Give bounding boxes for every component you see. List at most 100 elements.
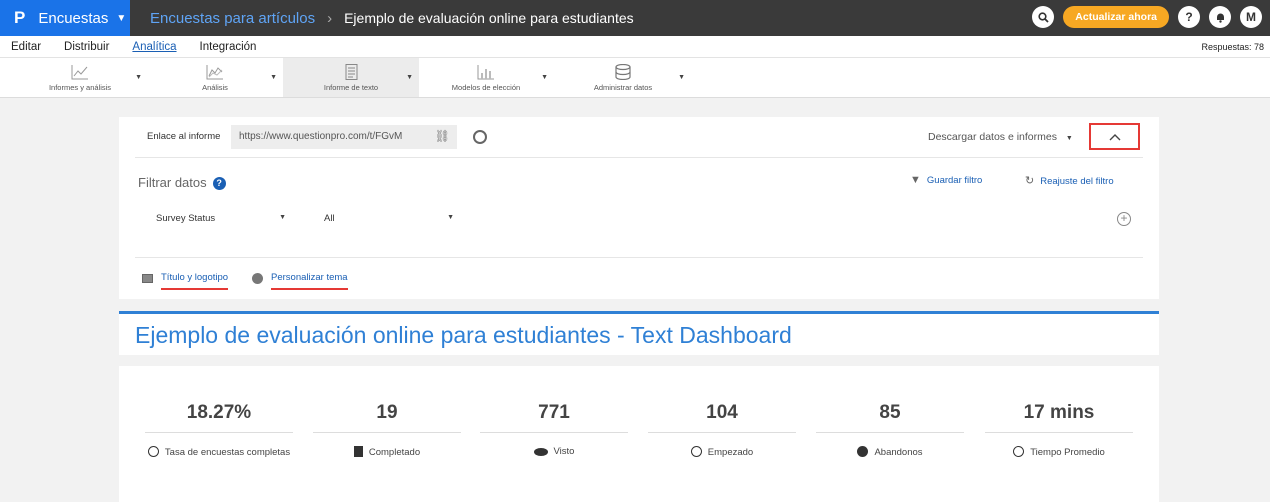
download-dropdown[interactable]: Descargar datos e informes ▼ bbox=[928, 131, 1073, 143]
stat-value: 85 bbox=[879, 402, 901, 423]
caret-down-icon[interactable]: ▼ bbox=[678, 74, 685, 81]
filter-value-text: All bbox=[324, 213, 335, 224]
menu-integration[interactable]: Integración bbox=[200, 41, 257, 53]
stat-value: 18.27% bbox=[186, 402, 252, 423]
caret-down-icon[interactable]: ▼ bbox=[541, 74, 548, 81]
stat-label-text: Tasa de encuestas completas bbox=[164, 447, 291, 458]
reset-filter-label: Reajuste del filtro bbox=[1040, 176, 1114, 187]
flag-icon bbox=[353, 446, 363, 457]
stat-average-time: 17 mins Tiempo Promedio bbox=[979, 366, 1139, 458]
customize-theme-label: Personalizar tema bbox=[271, 272, 348, 283]
notifications-button[interactable] bbox=[1209, 6, 1231, 28]
menu-analytics[interactable]: Analítica bbox=[132, 41, 176, 53]
top-bar: P Encuestas ▼ Encuestas para artículos ›… bbox=[0, 0, 1270, 36]
filter-title: Filtrar datos? bbox=[138, 175, 226, 190]
title-logo-label: Título y logotipo bbox=[161, 272, 229, 283]
save-filter-label: Guardar filtro bbox=[926, 175, 983, 186]
tool-choice-models[interactable]: Modelos de elección ▼ bbox=[418, 58, 554, 97]
bar-chart-icon bbox=[477, 65, 494, 80]
search-icon bbox=[1038, 11, 1049, 23]
highlight-underline bbox=[161, 288, 229, 290]
save-filter-button[interactable]: ▼ Guardar filtro bbox=[910, 174, 982, 186]
palette-icon bbox=[252, 273, 263, 284]
stat-dropouts: 85 Abandonos bbox=[810, 366, 970, 458]
stat-started: 104 Empezado bbox=[642, 366, 802, 458]
stat-value: 771 bbox=[538, 402, 570, 423]
divider bbox=[135, 157, 1143, 158]
tool-reports-analysis[interactable]: Informes y análisis ▼ bbox=[12, 58, 148, 97]
globe-settings-icon[interactable] bbox=[473, 130, 487, 144]
title-logo-link[interactable]: Título y logotipo bbox=[161, 272, 229, 290]
menu-bar: Editar Distribuir Analítica Integración … bbox=[0, 36, 1270, 58]
report-link-label: Enlace al informe bbox=[147, 131, 221, 142]
stat-label: Visto bbox=[474, 446, 634, 457]
breadcrumb-folder[interactable]: Encuestas para artículos bbox=[150, 10, 315, 27]
caret-down-icon[interactable]: ▼ bbox=[135, 74, 142, 81]
breadcrumb-separator: › bbox=[327, 9, 333, 27]
breadcrumb-current-survey: Ejemplo de evaluación online para estudi… bbox=[344, 10, 634, 26]
chevron-up-icon bbox=[1109, 133, 1120, 140]
link-icon[interactable]: ⛓ bbox=[435, 129, 450, 143]
line-chart-icon bbox=[71, 65, 88, 80]
stat-label: Empezado bbox=[642, 446, 802, 458]
product-switcher[interactable]: P Encuestas ▼ bbox=[0, 0, 130, 36]
stat-label-text: Abandonos bbox=[874, 447, 923, 458]
menu-edit[interactable]: Editar bbox=[11, 41, 41, 53]
pie-icon bbox=[147, 446, 159, 457]
tool-analysis[interactable]: Análisis ▼ bbox=[147, 58, 283, 97]
search-button[interactable] bbox=[1032, 6, 1055, 28]
tool-label: Informe de texto bbox=[323, 83, 379, 92]
customize-theme-link[interactable]: Personalizar tema bbox=[271, 272, 348, 290]
stat-divider bbox=[145, 432, 293, 433]
refresh-icon: ↻ bbox=[1025, 175, 1035, 187]
stat-viewed: 771 Visto bbox=[474, 366, 634, 457]
caret-down-icon: ▼ bbox=[1065, 135, 1073, 142]
area-chart-icon bbox=[206, 65, 223, 80]
filter-value-select[interactable]: All ▼ bbox=[324, 213, 454, 224]
tool-text-report[interactable]: Informe de texto ▼ bbox=[283, 58, 419, 97]
filter-field-select[interactable]: Survey Status ▼ bbox=[156, 213, 286, 224]
tool-label: Modelos de elección bbox=[451, 83, 521, 92]
menu-distribute[interactable]: Distribuir bbox=[64, 41, 109, 53]
add-filter-icon[interactable]: + bbox=[1117, 212, 1131, 226]
filter-field-value: Survey Status bbox=[156, 213, 216, 224]
dashboard-title: Ejemplo de evaluación online para estudi… bbox=[119, 311, 1159, 355]
upgrade-button[interactable]: Actualizar ahora bbox=[1063, 6, 1169, 28]
filter-title-text: Filtrar datos bbox=[138, 175, 207, 190]
user-avatar[interactable]: M bbox=[1240, 6, 1262, 28]
caret-down-icon: ▼ bbox=[447, 214, 454, 221]
collapse-button[interactable] bbox=[1089, 123, 1140, 150]
stat-label-text: Completado bbox=[368, 447, 421, 458]
stat-label-text: Visto bbox=[553, 446, 575, 457]
download-label: Descargar datos e informes bbox=[928, 131, 1057, 143]
clock-icon bbox=[1013, 446, 1025, 457]
filter-icon: ▼ bbox=[910, 174, 921, 186]
highlight-underline bbox=[271, 288, 348, 290]
tool-manage-data[interactable]: Administrar datos ▼ bbox=[555, 58, 691, 97]
responses-count: Respuestas: 78 bbox=[1201, 42, 1264, 52]
stat-divider bbox=[480, 432, 628, 433]
stat-label-text: Empezado bbox=[707, 447, 754, 458]
report-link-url: https://www.questionpro.com/t/FGvM bbox=[239, 131, 403, 142]
report-link-field[interactable]: https://www.questionpro.com/t/FGvM ⛓ bbox=[231, 125, 457, 149]
help-icon[interactable]: ? bbox=[212, 177, 226, 190]
caret-down-icon[interactable]: ▼ bbox=[406, 74, 413, 81]
stat-completion-rate: 18.27% Tasa de encuestas completas bbox=[139, 366, 299, 458]
help-button[interactable]: ? bbox=[1178, 6, 1200, 28]
caret-down-icon: ▼ bbox=[279, 214, 286, 221]
stat-completed: 19 Completado bbox=[307, 366, 467, 458]
database-icon bbox=[615, 64, 631, 80]
reset-filter-button[interactable]: ↻ Reajuste del filtro bbox=[1025, 174, 1114, 187]
caret-down-icon[interactable]: ▼ bbox=[270, 74, 277, 81]
stat-label: Abandonos bbox=[810, 446, 970, 458]
caret-down-icon: ▼ bbox=[116, 12, 127, 24]
stat-value: 104 bbox=[706, 402, 738, 423]
stat-label-text: Tiempo Promedio bbox=[1030, 447, 1105, 458]
stat-divider bbox=[816, 432, 964, 433]
divider bbox=[135, 257, 1143, 258]
stat-label: Tiempo Promedio bbox=[979, 446, 1139, 458]
report-settings-card: Enlace al informe https://www.questionpr… bbox=[119, 117, 1159, 299]
play-icon bbox=[690, 446, 702, 457]
stat-label: Completado bbox=[307, 446, 467, 458]
breadcrumb: Encuestas para artículos › Ejemplo de ev… bbox=[150, 10, 634, 27]
